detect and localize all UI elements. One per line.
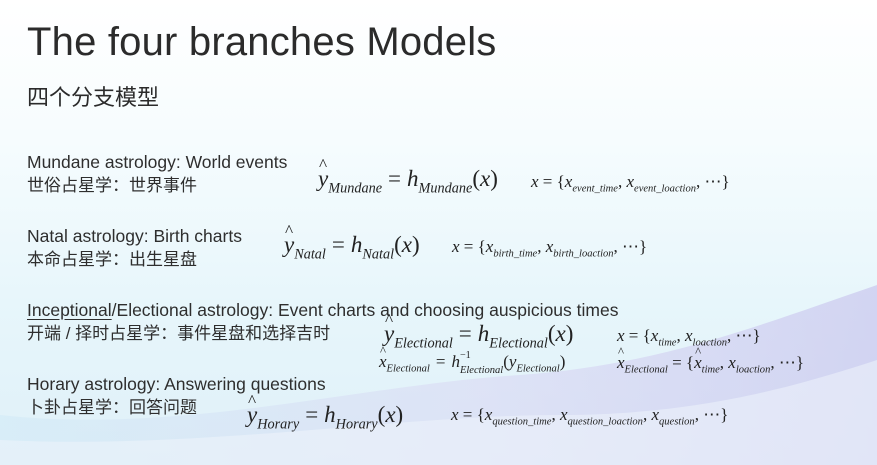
electional-inverse-h-sub: Electional xyxy=(459,364,504,376)
electional-inverse-y-sub: Electional xyxy=(516,363,560,375)
horary-x-def: x = {xquestion_time, xquestion_loaction,… xyxy=(451,405,729,428)
electional-formula-sub: Electional xyxy=(394,335,453,352)
mundane-label-en: Mundane astrology: World events xyxy=(27,152,288,172)
electional-xhat-def: xElectional = {xtime, xloaction, ⋯} xyxy=(617,345,804,376)
horary-formula: yHorary=hHorary(x) xyxy=(247,391,403,433)
natal-formula: yNatal=hNatal(x) xyxy=(284,221,420,263)
natal-label-zh: 本命占星学：出生星盘 xyxy=(27,250,197,269)
electional-inverse-formula: xElectional=h−1Electional(yElectional) xyxy=(379,344,565,376)
horary-x-term-2: question xyxy=(659,416,695,428)
mundane-x-def: x = {xevent_time, xevent_loaction, ⋯} xyxy=(531,172,730,195)
natal-formula-h-sub: Natal xyxy=(362,246,395,263)
mundane-label: Mundane astrology: World events 世俗占星学：世界… xyxy=(27,150,287,198)
electional-formula-h-sub: Electional xyxy=(489,335,548,352)
mundane-formula: yMundane=hMundane(x) xyxy=(318,155,498,197)
mundane-label-zh: 世俗占星学：世界事件 xyxy=(27,176,197,195)
horary-formula-h-sub: Horary xyxy=(335,416,378,433)
electional-xhat-term-0: time xyxy=(701,364,720,376)
electional-inverse-sub: Electional xyxy=(386,363,430,375)
electional-x-term-0: time xyxy=(658,337,677,349)
inceptional-word: Inceptional xyxy=(27,300,112,320)
horary-formula-sub: Horary xyxy=(257,416,300,433)
natal-x-def: x = {xbirth_time, xbirth_loaction, ⋯} xyxy=(452,237,648,260)
natal-label: Natal astrology: Birth charts 本命占星学：出生星盘 xyxy=(27,224,242,272)
mundane-x-term-1: event_loaction xyxy=(634,183,697,195)
horary-label-en: Horary astrology: Answering questions xyxy=(27,374,326,394)
electional-label-en-rest: /Electional astrology: Event charts and … xyxy=(111,300,619,320)
horary-x-term-1: question_loaction xyxy=(567,416,643,428)
electional-formula: yElectional=hElectional(x) xyxy=(384,310,573,352)
natal-x-term-1: birth_loaction xyxy=(553,248,614,260)
page-title: The four branches Models xyxy=(27,20,497,64)
page-subtitle: 四个分支模型 xyxy=(27,85,160,110)
mundane-x-term-0: event_time xyxy=(572,183,618,195)
mundane-formula-h-sub: Mundane xyxy=(418,180,473,197)
electional-x-def: x = {xtime, xloaction, ⋯} xyxy=(617,326,761,349)
electional-xhat-sub: Electional xyxy=(624,364,668,376)
natal-x-term-0: birth_time xyxy=(493,248,538,260)
natal-label-en: Natal astrology: Birth charts xyxy=(27,226,242,246)
electional-label-en: Inceptional/Electional astrology: Event … xyxy=(27,298,618,322)
horary-x-term-0: question_time xyxy=(492,416,552,428)
natal-formula-sub: Natal xyxy=(294,246,326,263)
mundane-formula-sub: Mundane xyxy=(328,180,383,197)
electional-xhat-term-1: loaction xyxy=(735,364,771,376)
